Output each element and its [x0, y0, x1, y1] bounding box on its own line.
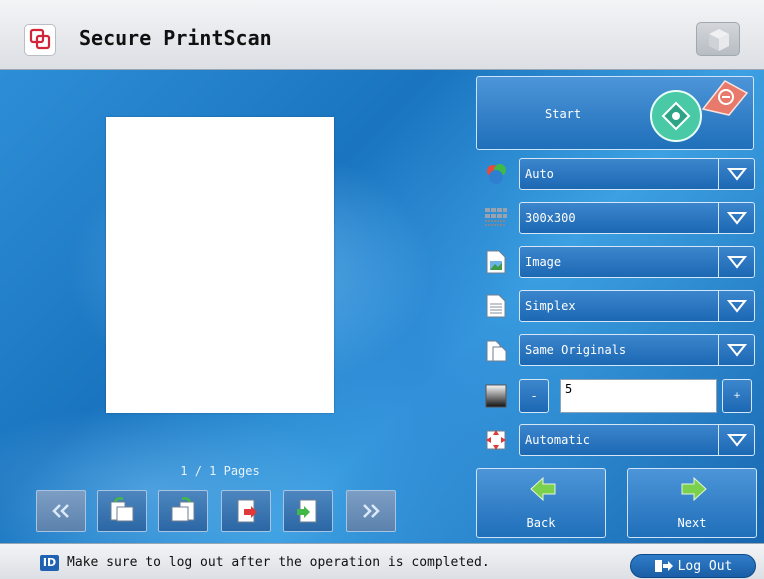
rotate-right-button[interactable]	[158, 490, 208, 532]
color-mode-icon	[487, 164, 506, 184]
start-diamond-icon	[650, 90, 702, 142]
next-button[interactable]: Next	[627, 468, 757, 538]
stop-icon	[701, 80, 749, 116]
sides-dropdown[interactable]: Simplex	[519, 290, 755, 322]
original-size-value: Same Originals	[525, 343, 627, 357]
density-value-field[interactable]: 5	[560, 379, 717, 413]
id-card-icon: ID	[40, 555, 59, 571]
scan-stage: 1 / 1 Pages Start Auto 300x300 Image Sim…	[0, 70, 764, 543]
logout-button[interactable]: Log Out	[630, 554, 756, 578]
double-chevron-right-icon	[363, 504, 380, 518]
density-increase-button[interactable]: +	[722, 379, 752, 413]
logout-reminder-message: Make sure to log out after the operation…	[67, 555, 490, 570]
color-mode-dropdown[interactable]: Auto	[519, 158, 755, 190]
logout-label: Log Out	[677, 558, 733, 574]
chevron-down-icon	[718, 425, 754, 455]
delete-page-button[interactable]	[221, 490, 271, 532]
logout-door-icon	[654, 560, 673, 572]
rotate-left-button[interactable]	[97, 490, 147, 532]
first-page-button[interactable]	[36, 490, 86, 532]
home-button[interactable]	[696, 22, 740, 56]
resolution-dropdown[interactable]: 300x300	[519, 202, 755, 234]
chevron-down-icon	[718, 159, 754, 189]
arrow-right-icon	[681, 476, 707, 502]
arrow-left-icon	[530, 476, 556, 502]
resolution-grid-icon	[485, 208, 507, 226]
chevron-down-icon	[718, 247, 754, 277]
density-gradient-icon	[485, 384, 507, 408]
orientation-value: Automatic	[525, 433, 591, 447]
chevron-down-icon	[718, 203, 754, 233]
density-decrease-button[interactable]: -	[519, 379, 549, 413]
start-button[interactable]: Start	[476, 76, 754, 150]
back-button[interactable]: Back	[476, 468, 606, 538]
next-label: Next	[677, 516, 707, 530]
orientation-dropdown[interactable]: Automatic	[519, 424, 755, 456]
original-type-value: Image	[525, 255, 562, 269]
original-size-icon	[486, 340, 507, 362]
back-label: Back	[526, 516, 556, 530]
resolution-value: 300x300	[525, 211, 576, 225]
insert-page-button[interactable]	[283, 490, 333, 532]
double-chevron-left-icon	[52, 504, 69, 518]
chevron-down-icon	[718, 291, 754, 321]
orientation-arrows-icon	[486, 430, 506, 450]
original-size-dropdown[interactable]: Same Originals	[519, 334, 755, 366]
original-type-dropdown[interactable]: Image	[519, 246, 755, 278]
header-bar: Secure PrintScan	[0, 0, 764, 70]
page-insert-icon	[297, 499, 317, 523]
start-label: Start	[545, 107, 582, 121]
footer-bar: ID Make sure to log out after the operat…	[0, 543, 764, 579]
rotate-page-left-icon	[110, 497, 134, 522]
app-title: Secure PrintScan	[79, 26, 272, 50]
rotate-page-right-icon	[171, 497, 195, 522]
scan-preview-page	[106, 117, 334, 413]
page-remove-icon	[237, 499, 257, 523]
home-cube-icon	[709, 29, 729, 51]
last-page-button[interactable]	[346, 490, 396, 532]
image-document-icon	[486, 250, 506, 274]
color-mode-value: Auto	[525, 167, 554, 181]
simplex-document-icon	[486, 294, 506, 318]
app-logo-icon	[24, 24, 56, 56]
chevron-down-icon	[718, 335, 754, 365]
pages-indicator: 1 / 1 Pages	[180, 464, 260, 478]
sides-value: Simplex	[525, 299, 576, 313]
